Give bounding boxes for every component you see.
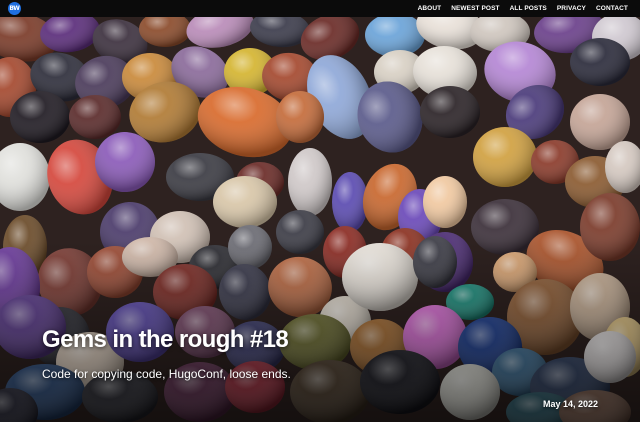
gemstone-highlight (584, 331, 636, 383)
gemstone-highlight (570, 38, 630, 86)
gemstone-highlight (288, 148, 332, 216)
gemstone-highlight (420, 86, 480, 138)
main-nav: About Newest post All posts Privacy Cont… (418, 0, 628, 17)
gemstone-highlight (213, 176, 277, 228)
gemstone-highlight (413, 236, 457, 288)
nav-link-all-posts[interactable]: All posts (510, 5, 547, 12)
gemstone-highlight (276, 91, 324, 143)
site-logo-text: BW (9, 5, 20, 12)
gemstone-highlight (69, 95, 121, 139)
gemstones-photo (0, 17, 640, 422)
post-subtitle: Code for copying code, HugoConf, loose e… (42, 367, 291, 381)
post-title[interactable]: Gems in the rough #18 (42, 326, 289, 354)
gemstone-highlight (440, 364, 500, 420)
gemstone-highlight (290, 360, 370, 422)
gemstone-highlight (423, 176, 467, 228)
gemstone-highlight (360, 350, 440, 414)
nav-link-newest-post[interactable]: Newest post (451, 5, 499, 12)
post-date: May 14, 2022 (542, 399, 598, 409)
gemstone-highlight (228, 225, 272, 269)
gemstone-highlight (473, 127, 537, 187)
nav-link-privacy[interactable]: Privacy (557, 5, 586, 12)
site-logo-icon[interactable]: BW (8, 2, 21, 15)
gemstone-highlight (580, 193, 640, 261)
gemstone-highlight (10, 91, 70, 143)
gemstone-highlight (276, 210, 324, 254)
top-navigation-bar: BW About Newest post All posts Privacy C… (0, 0, 640, 17)
nav-link-about[interactable]: About (418, 5, 442, 12)
nav-link-contact[interactable]: Contact (596, 5, 628, 12)
gemstone-highlight (332, 172, 368, 232)
hero-image (0, 17, 640, 422)
gemstone-highlight (342, 243, 418, 311)
